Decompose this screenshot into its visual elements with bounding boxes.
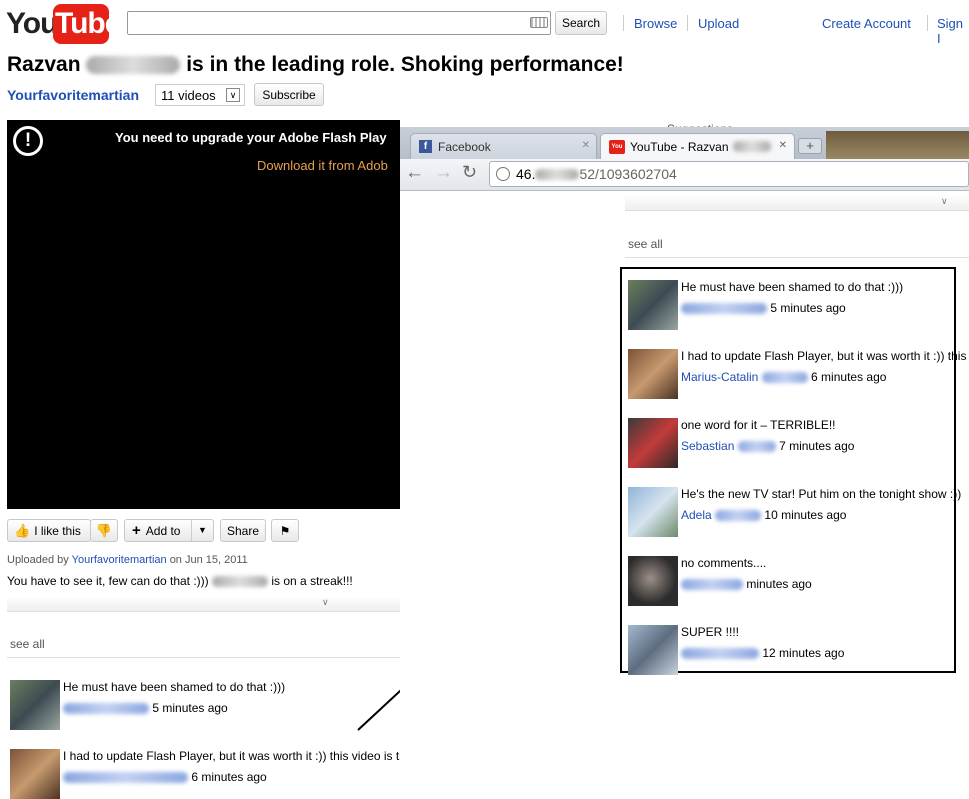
comment-meta: 5 minutes ago [681,301,846,315]
comment-text: He's the new TV star! Put him on the ton… [681,487,962,501]
blurred-username[interactable] [681,303,767,315]
blurred-username [761,372,808,384]
comment-time: minutes ago [746,577,812,591]
comment-time: 7 minutes ago [779,439,855,453]
facebook-icon: f [419,140,432,153]
commenter-name[interactable]: Marius-Catalin [681,370,758,384]
list-item: no comments.... minutes ago [628,556,969,608]
list-item: one word for it – TERRIBLE!! Sebastian 7… [628,418,969,470]
blurred-username[interactable] [681,648,759,660]
list-item: He must have been shamed to do that :)))… [628,280,969,332]
window-frame-dark [826,131,969,159]
address-bar[interactable]: 46. 52/1093602704 [489,161,969,187]
comment-meta: minutes ago [681,577,812,591]
comment-meta: Marius-Catalin 6 minutes ago [681,370,886,384]
blurred-name [732,141,771,152]
commenter-name[interactable]: Adela [681,508,712,522]
divider [625,257,969,258]
chevron-down-icon: ∨ [941,196,948,206]
comment-time: 5 minutes ago [770,301,846,315]
commenter-name[interactable]: Sebastian [681,439,734,453]
close-icon[interactable]: ✕ [582,140,590,151]
list-item: SUPER !!!! 12 minutes ago [628,625,969,677]
avatar[interactable] [628,556,678,606]
list-item: I had to update Flash Player, but it was… [628,349,969,401]
description-expander[interactable]: ∨ [625,195,969,211]
tab-youtube[interactable]: You YouTube - Razvan ✕ [600,133,795,159]
comment-meta: 12 minutes ago [681,646,844,660]
list-item: He's the new TV star! Put him on the ton… [628,487,969,539]
avatar[interactable] [628,625,678,675]
comment-text: He must have been shamed to do that :))) [681,280,904,294]
tab-label: YouTube - Razvan [630,139,729,154]
comment-meta: Sebastian 7 minutes ago [681,439,854,453]
tab-label: Facebook [438,139,491,154]
avatar[interactable] [628,487,678,537]
url-suffix: 52/1093602704 [579,166,677,182]
blurred-username [715,510,762,522]
tab-facebook[interactable]: f Facebook ✕ [410,133,597,159]
close-icon[interactable]: ✕ [779,140,787,151]
globe-icon [496,167,510,181]
avatar[interactable] [628,418,678,468]
avatar[interactable] [628,280,678,330]
back-arrow-icon[interactable]: ← [405,162,424,184]
comment-text: I had to update Flash Player, but it was… [681,349,967,363]
blurred-username [737,441,776,453]
url-prefix: 46. [516,166,536,182]
new-tab-button[interactable]: + [798,138,822,154]
comment-time: 6 minutes ago [811,370,887,384]
blurred-username[interactable] [681,579,743,591]
comment-text: SUPER !!!! [681,625,740,639]
comment-text: one word for it – TERRIBLE!! [681,418,836,432]
comment-text: no comments.... [681,556,767,570]
comment-meta: Adela 10 minutes ago [681,508,846,522]
youtube-favicon-icon: You [609,139,625,154]
reload-icon[interactable]: ↻ [462,162,477,183]
comment-time: 12 minutes ago [762,646,845,660]
see-all-link[interactable]: see all [628,237,663,251]
forward-arrow-icon[interactable]: → [434,162,453,184]
blurred-ip [535,168,580,180]
avatar[interactable] [628,349,678,399]
comment-time: 10 minutes ago [764,508,847,522]
